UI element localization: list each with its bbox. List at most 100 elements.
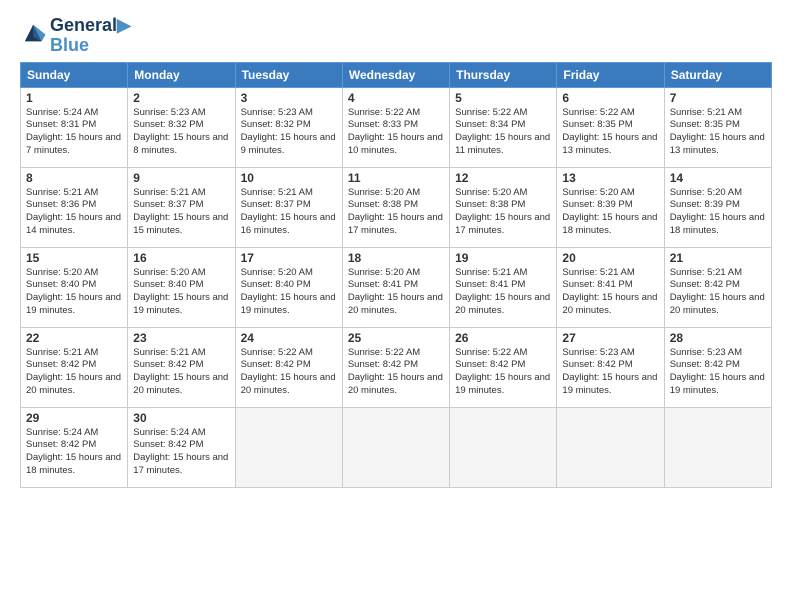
- day-info: Sunrise: 5:21 AM Sunset: 8:41 PM Dayligh…: [455, 267, 551, 318]
- page: General▶ Blue Sunday Monday Tuesday Wedn…: [0, 0, 792, 612]
- day-number: 24: [241, 331, 337, 345]
- day-number: 9: [133, 171, 229, 185]
- day-info: Sunrise: 5:21 AM Sunset: 8:41 PM Dayligh…: [562, 267, 658, 318]
- calendar-cell: 22 Sunrise: 5:21 AM Sunset: 8:42 PM Dayl…: [21, 327, 128, 407]
- calendar-header-row: Sunday Monday Tuesday Wednesday Thursday…: [21, 62, 772, 87]
- calendar-cell: 8 Sunrise: 5:21 AM Sunset: 8:36 PM Dayli…: [21, 167, 128, 247]
- day-number: 1: [26, 91, 122, 105]
- col-saturday: Saturday: [664, 62, 771, 87]
- calendar-cell: [235, 407, 342, 487]
- calendar-cell: 17 Sunrise: 5:20 AM Sunset: 8:40 PM Dayl…: [235, 247, 342, 327]
- calendar-cell: 29 Sunrise: 5:24 AM Sunset: 8:42 PM Dayl…: [21, 407, 128, 487]
- day-number: 22: [26, 331, 122, 345]
- day-info: Sunrise: 5:22 AM Sunset: 8:42 PM Dayligh…: [241, 347, 337, 398]
- day-info: Sunrise: 5:20 AM Sunset: 8:39 PM Dayligh…: [562, 187, 658, 238]
- calendar-cell: 5 Sunrise: 5:22 AM Sunset: 8:34 PM Dayli…: [450, 87, 557, 167]
- calendar-cell: [557, 407, 664, 487]
- day-info: Sunrise: 5:22 AM Sunset: 8:35 PM Dayligh…: [562, 107, 658, 158]
- calendar-table: Sunday Monday Tuesday Wednesday Thursday…: [20, 62, 772, 488]
- day-info: Sunrise: 5:20 AM Sunset: 8:41 PM Dayligh…: [348, 267, 444, 318]
- day-info: Sunrise: 5:22 AM Sunset: 8:42 PM Dayligh…: [348, 347, 444, 398]
- day-number: 29: [26, 411, 122, 425]
- calendar-cell: 13 Sunrise: 5:20 AM Sunset: 8:39 PM Dayl…: [557, 167, 664, 247]
- calendar-row: 29 Sunrise: 5:24 AM Sunset: 8:42 PM Dayl…: [21, 407, 772, 487]
- day-info: Sunrise: 5:21 AM Sunset: 8:42 PM Dayligh…: [133, 347, 229, 398]
- calendar-cell: 25 Sunrise: 5:22 AM Sunset: 8:42 PM Dayl…: [342, 327, 449, 407]
- day-number: 13: [562, 171, 658, 185]
- day-number: 19: [455, 251, 551, 265]
- day-number: 18: [348, 251, 444, 265]
- day-number: 5: [455, 91, 551, 105]
- day-info: Sunrise: 5:22 AM Sunset: 8:33 PM Dayligh…: [348, 107, 444, 158]
- col-monday: Monday: [128, 62, 235, 87]
- logo-icon: [22, 19, 50, 47]
- day-number: 30: [133, 411, 229, 425]
- calendar-cell: [342, 407, 449, 487]
- day-info: Sunrise: 5:22 AM Sunset: 8:34 PM Dayligh…: [455, 107, 551, 158]
- calendar-cell: 28 Sunrise: 5:23 AM Sunset: 8:42 PM Dayl…: [664, 327, 771, 407]
- day-info: Sunrise: 5:23 AM Sunset: 8:32 PM Dayligh…: [133, 107, 229, 158]
- day-number: 3: [241, 91, 337, 105]
- calendar-cell: 3 Sunrise: 5:23 AM Sunset: 8:32 PM Dayli…: [235, 87, 342, 167]
- day-number: 14: [670, 171, 766, 185]
- calendar-cell: 27 Sunrise: 5:23 AM Sunset: 8:42 PM Dayl…: [557, 327, 664, 407]
- day-number: 10: [241, 171, 337, 185]
- day-number: 27: [562, 331, 658, 345]
- calendar-cell: 12 Sunrise: 5:20 AM Sunset: 8:38 PM Dayl…: [450, 167, 557, 247]
- day-info: Sunrise: 5:20 AM Sunset: 8:40 PM Dayligh…: [241, 267, 337, 318]
- day-number: 21: [670, 251, 766, 265]
- logo: General▶ Blue: [20, 16, 131, 56]
- day-number: 4: [348, 91, 444, 105]
- calendar-cell: 26 Sunrise: 5:22 AM Sunset: 8:42 PM Dayl…: [450, 327, 557, 407]
- calendar-cell: 24 Sunrise: 5:22 AM Sunset: 8:42 PM Dayl…: [235, 327, 342, 407]
- day-info: Sunrise: 5:20 AM Sunset: 8:40 PM Dayligh…: [133, 267, 229, 318]
- day-number: 15: [26, 251, 122, 265]
- calendar-cell: 2 Sunrise: 5:23 AM Sunset: 8:32 PM Dayli…: [128, 87, 235, 167]
- calendar-cell: 1 Sunrise: 5:24 AM Sunset: 8:31 PM Dayli…: [21, 87, 128, 167]
- day-number: 7: [670, 91, 766, 105]
- calendar-cell: 11 Sunrise: 5:20 AM Sunset: 8:38 PM Dayl…: [342, 167, 449, 247]
- day-number: 28: [670, 331, 766, 345]
- day-number: 23: [133, 331, 229, 345]
- day-info: Sunrise: 5:22 AM Sunset: 8:42 PM Dayligh…: [455, 347, 551, 398]
- day-info: Sunrise: 5:24 AM Sunset: 8:42 PM Dayligh…: [133, 427, 229, 478]
- calendar-row: 1 Sunrise: 5:24 AM Sunset: 8:31 PM Dayli…: [21, 87, 772, 167]
- day-number: 11: [348, 171, 444, 185]
- day-number: 26: [455, 331, 551, 345]
- calendar-cell: [450, 407, 557, 487]
- day-number: 2: [133, 91, 229, 105]
- day-info: Sunrise: 5:23 AM Sunset: 8:42 PM Dayligh…: [562, 347, 658, 398]
- day-info: Sunrise: 5:21 AM Sunset: 8:42 PM Dayligh…: [26, 347, 122, 398]
- calendar-cell: 6 Sunrise: 5:22 AM Sunset: 8:35 PM Dayli…: [557, 87, 664, 167]
- day-number: 16: [133, 251, 229, 265]
- calendar-cell: 10 Sunrise: 5:21 AM Sunset: 8:37 PM Dayl…: [235, 167, 342, 247]
- day-info: Sunrise: 5:20 AM Sunset: 8:40 PM Dayligh…: [26, 267, 122, 318]
- calendar-row: 8 Sunrise: 5:21 AM Sunset: 8:36 PM Dayli…: [21, 167, 772, 247]
- calendar-cell: 19 Sunrise: 5:21 AM Sunset: 8:41 PM Dayl…: [450, 247, 557, 327]
- calendar-row: 15 Sunrise: 5:20 AM Sunset: 8:40 PM Dayl…: [21, 247, 772, 327]
- day-info: Sunrise: 5:20 AM Sunset: 8:39 PM Dayligh…: [670, 187, 766, 238]
- day-number: 20: [562, 251, 658, 265]
- day-info: Sunrise: 5:24 AM Sunset: 8:42 PM Dayligh…: [26, 427, 122, 478]
- calendar-cell: 18 Sunrise: 5:20 AM Sunset: 8:41 PM Dayl…: [342, 247, 449, 327]
- day-info: Sunrise: 5:23 AM Sunset: 8:42 PM Dayligh…: [670, 347, 766, 398]
- calendar-row: 22 Sunrise: 5:21 AM Sunset: 8:42 PM Dayl…: [21, 327, 772, 407]
- day-number: 17: [241, 251, 337, 265]
- col-sunday: Sunday: [21, 62, 128, 87]
- day-number: 12: [455, 171, 551, 185]
- logo-text: General▶ Blue: [50, 16, 131, 56]
- day-info: Sunrise: 5:24 AM Sunset: 8:31 PM Dayligh…: [26, 107, 122, 158]
- calendar-cell: 7 Sunrise: 5:21 AM Sunset: 8:35 PM Dayli…: [664, 87, 771, 167]
- day-info: Sunrise: 5:21 AM Sunset: 8:42 PM Dayligh…: [670, 267, 766, 318]
- day-number: 6: [562, 91, 658, 105]
- col-wednesday: Wednesday: [342, 62, 449, 87]
- col-tuesday: Tuesday: [235, 62, 342, 87]
- day-info: Sunrise: 5:23 AM Sunset: 8:32 PM Dayligh…: [241, 107, 337, 158]
- calendar-cell: 21 Sunrise: 5:21 AM Sunset: 8:42 PM Dayl…: [664, 247, 771, 327]
- calendar-cell: 15 Sunrise: 5:20 AM Sunset: 8:40 PM Dayl…: [21, 247, 128, 327]
- calendar-cell: 14 Sunrise: 5:20 AM Sunset: 8:39 PM Dayl…: [664, 167, 771, 247]
- day-number: 8: [26, 171, 122, 185]
- calendar-cell: 23 Sunrise: 5:21 AM Sunset: 8:42 PM Dayl…: [128, 327, 235, 407]
- calendar-cell: 20 Sunrise: 5:21 AM Sunset: 8:41 PM Dayl…: [557, 247, 664, 327]
- day-number: 25: [348, 331, 444, 345]
